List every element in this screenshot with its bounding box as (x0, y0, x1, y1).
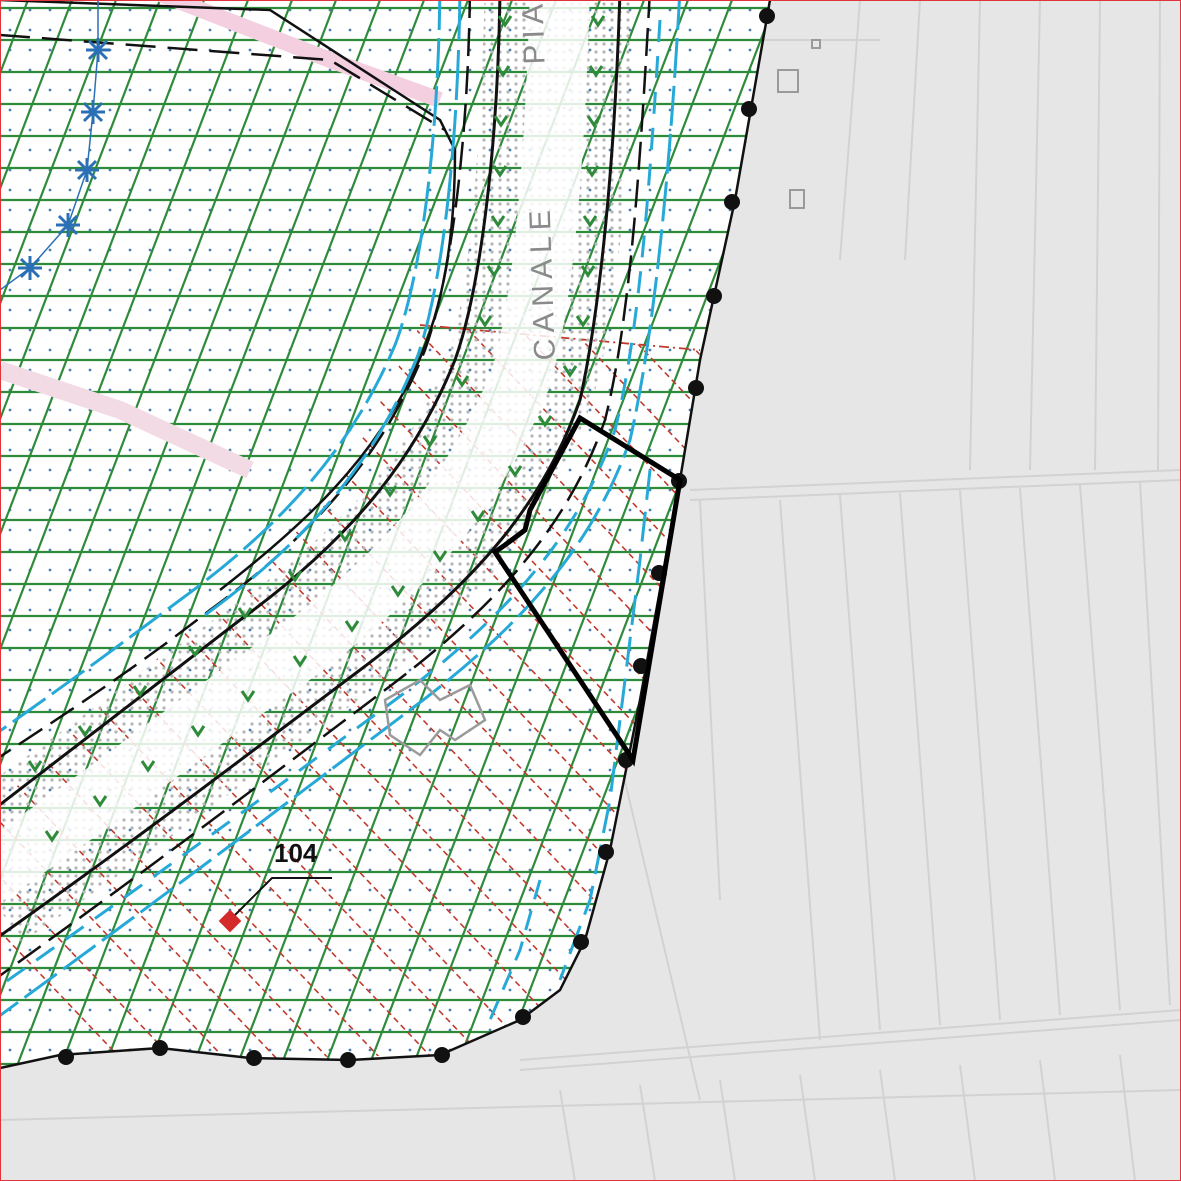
boundary-marker-icon (598, 844, 614, 860)
boundary-marker-icon (706, 288, 722, 304)
boundary-marker-icon (152, 1040, 168, 1056)
boundary-marker-icon (688, 380, 704, 396)
boundary-marker-icon (741, 101, 757, 117)
boundary-marker-icon (246, 1050, 262, 1066)
boundary-marker-icon (724, 194, 740, 210)
boundary-marker-icon (515, 1009, 531, 1025)
boundary-marker-icon (58, 1049, 74, 1065)
parcel-label-104: 104 (274, 838, 318, 868)
boundary-marker-icon (759, 8, 775, 24)
boundary-marker-icon (573, 934, 589, 950)
canal-label-part1: CANALE (524, 204, 562, 361)
cadastral-map: CANALE PIAVO 104 (0, 0, 1181, 1181)
canal-label-part2: PIAVO (515, 0, 552, 65)
boundary-marker-icon (340, 1052, 356, 1068)
boundary-marker-icon (434, 1047, 450, 1063)
